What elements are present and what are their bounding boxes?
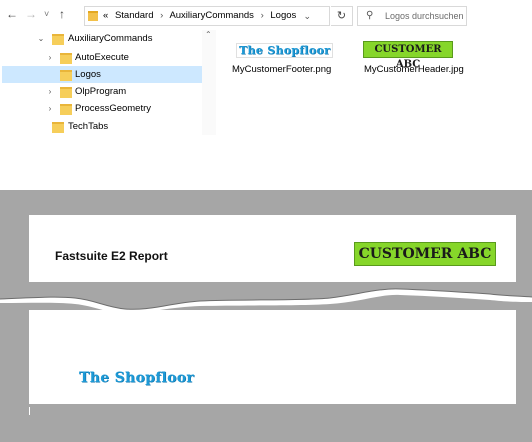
folder-icon	[52, 34, 64, 45]
tree-item-label: AutoExecute	[75, 52, 129, 63]
tree-item-auxiliarycommands[interactable]: ⌄ AuxiliaryCommands	[0, 30, 202, 47]
up-arrow-icon[interactable]: ↑	[59, 6, 65, 22]
tree-item-autoexecute[interactable]: › AutoExecute	[0, 49, 202, 66]
forward-arrow-icon[interactable]: →	[25, 6, 37, 22]
tree-item-techtabs[interactable]: TechTabs	[0, 118, 202, 135]
tree-item-processgeometry[interactable]: › ProcessGeometry	[0, 100, 202, 117]
navigation-bar: ← → ˅ ↑ « Standard › AuxiliaryCommands ›…	[0, 3, 532, 27]
folder-icon	[60, 70, 72, 81]
breadcrumb-standard[interactable]: Standard	[115, 10, 154, 21]
breadcrumb-separator-icon[interactable]: ›	[261, 10, 264, 21]
file-explorer-window: ← → ˅ ↑ « Standard › AuxiliaryCommands ›…	[0, 0, 532, 140]
search-icon: ⚲	[366, 10, 374, 21]
refresh-icon: ↻	[336, 10, 347, 22]
breadcrumb-logos[interactable]: Logos	[270, 10, 296, 21]
breadcrumb-overflow[interactable]: «	[103, 10, 108, 21]
folder-tree: ⌄ AuxiliaryCommands › AutoExecute Logos …	[0, 30, 216, 135]
report-header-logo: CUSTOMER ABC	[354, 242, 496, 266]
breadcrumb-separator-icon[interactable]: ›	[160, 10, 163, 21]
breadcrumb-auxiliarycommands[interactable]: AuxiliaryCommands	[169, 10, 253, 21]
report-footer-logo: The Shopfloor	[79, 370, 195, 386]
footer-logo-thumbnail[interactable]: The Shopfloor	[236, 43, 334, 58]
chevron-down-icon[interactable]: ⌄	[36, 30, 46, 47]
header-logo-thumbnail[interactable]: CUSTOMER ABC	[363, 41, 453, 70]
chevron-right-icon[interactable]: ›	[45, 100, 55, 117]
tree-item-label: OlpProgram	[75, 86, 127, 97]
chevron-right-icon[interactable]: ›	[45, 49, 55, 66]
folder-icon	[88, 11, 98, 21]
chevron-down-icon[interactable]: ⌄	[303, 7, 311, 25]
page-edge-marker	[29, 407, 30, 415]
tree-item-label: AuxiliaryCommands	[68, 33, 153, 44]
report-title: Fastsuite E2 Report	[55, 249, 168, 263]
tree-scrollbar[interactable]: ⌃	[202, 30, 216, 135]
address-bar[interactable]: « Standard › AuxiliaryCommands › Logos ⌄	[84, 6, 330, 26]
tree-item-olpprogram[interactable]: › OlpProgram	[0, 83, 202, 100]
torn-edge-divider	[0, 282, 532, 313]
back-arrow-icon[interactable]: ←	[6, 6, 18, 22]
folder-icon	[60, 53, 72, 64]
search-placeholder: Logos durchsuchen	[385, 11, 464, 21]
folder-icon	[52, 122, 64, 133]
file-name-header[interactable]: MyCustomerHeader.jpg	[364, 64, 464, 75]
recent-locations-icon[interactable]: ˅	[44, 6, 49, 22]
tree-item-logos[interactable]: Logos	[2, 66, 202, 83]
tree-item-label: Logos	[75, 69, 101, 80]
breadcrumb: « Standard › AuxiliaryCommands › Logos	[103, 7, 296, 25]
search-input[interactable]: ⚲ Logos durchsuchen	[357, 6, 467, 26]
tree-item-label: ProcessGeometry	[75, 103, 152, 114]
report-page-footer	[29, 310, 516, 404]
tree-item-label: TechTabs	[68, 121, 109, 132]
chevron-right-icon[interactable]: ›	[45, 83, 55, 100]
refresh-button[interactable]: ↻	[331, 6, 353, 26]
file-name-footer[interactable]: MyCustomerFooter.png	[232, 64, 331, 75]
folder-icon	[60, 104, 72, 115]
folder-icon	[60, 87, 72, 98]
scroll-up-icon[interactable]: ⌃	[205, 30, 212, 39]
